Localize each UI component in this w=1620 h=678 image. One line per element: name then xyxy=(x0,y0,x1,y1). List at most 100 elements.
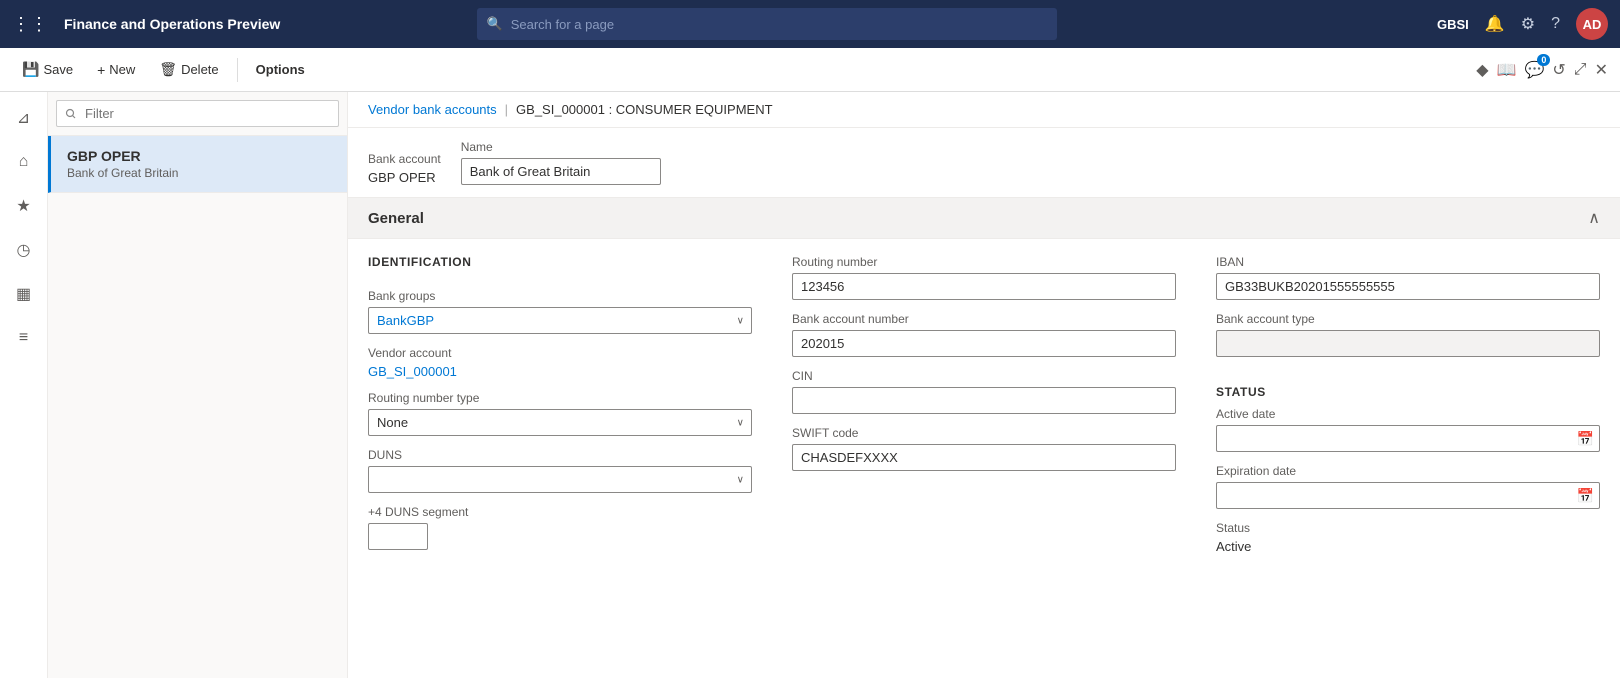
vendor-account-field: Vendor account GB_SI_000001 xyxy=(368,346,752,379)
list-items: GBP OPER Bank of Great Britain xyxy=(48,136,347,678)
list-filter xyxy=(48,92,347,136)
sidebar-icons: ⊿ ⌂ ★ ◷ ▦ ≡ xyxy=(0,92,48,678)
name-input[interactable] xyxy=(461,158,661,185)
routing-number-field: Routing number xyxy=(792,255,1176,300)
routing-number-type-field: Routing number type None ABA SWIFT ∨ xyxy=(368,391,752,436)
expiration-date-field: Expiration date 📅 xyxy=(1216,464,1600,509)
badge-wrap: 💬 0 xyxy=(1524,60,1544,80)
grid-menu-icon[interactable]: ⋮⋮ xyxy=(12,14,48,35)
bank-groups-select[interactable]: BankGBP BankUSD BankEUR xyxy=(368,307,752,334)
duns-segment-input[interactable] xyxy=(368,523,428,550)
main-layout: ⊿ ⌂ ★ ◷ ▦ ≡ GBP OPER Bank of Great Brita… xyxy=(0,92,1620,678)
iban-input[interactable] xyxy=(1216,273,1600,300)
section-header-general[interactable]: General ∧ xyxy=(348,198,1620,239)
active-date-input[interactable] xyxy=(1216,425,1600,452)
options-button[interactable]: Options xyxy=(246,57,315,82)
sidebar-icon-filter[interactable]: ⊿ xyxy=(6,100,42,136)
list-panel: GBP OPER Bank of Great Britain xyxy=(48,92,348,678)
swift-code-input[interactable] xyxy=(792,444,1176,471)
routing-type-select-wrap: None ABA SWIFT ∨ xyxy=(368,409,752,436)
name-field: Name xyxy=(461,140,661,185)
duns-select[interactable] xyxy=(368,466,752,493)
vendor-account-label: Vendor account xyxy=(368,346,752,360)
badge-count: 0 xyxy=(1537,54,1550,66)
status-heading: STATUS xyxy=(1216,385,1600,399)
save-icon: 💾 xyxy=(22,61,39,78)
user-avatar[interactable]: AD xyxy=(1576,8,1608,40)
breadcrumb: Vendor bank accounts | GB_SI_000001 : CO… xyxy=(348,92,1620,128)
cin-input[interactable] xyxy=(792,387,1176,414)
list-item-subtitle: Bank of Great Britain xyxy=(67,166,331,180)
expiration-date-input[interactable] xyxy=(1216,482,1600,509)
settings-icon[interactable]: ⚙ xyxy=(1521,14,1535,34)
delete-button[interactable]: 🗑 Delete xyxy=(149,56,228,83)
app-title: Finance and Operations Preview xyxy=(64,16,280,32)
top-nav-right: GBSI 🔔 ⚙ ? AD xyxy=(1437,8,1608,40)
general-section: General ∧ IDENTIFICATION Bank groups Ban… xyxy=(348,198,1620,570)
refresh-icon[interactable]: ↺ xyxy=(1552,60,1565,80)
list-item[interactable]: GBP OPER Bank of Great Britain xyxy=(48,136,347,193)
delete-icon: 🗑 xyxy=(159,61,177,78)
form-grid: IDENTIFICATION Bank groups BankGBP BankU… xyxy=(368,255,1600,554)
new-icon: + xyxy=(97,62,105,78)
bank-account-number-field: Bank account number xyxy=(792,312,1176,357)
routing-number-type-select[interactable]: None ABA SWIFT xyxy=(368,409,752,436)
bank-account-value: GBP OPER xyxy=(368,170,441,185)
env-label: GBSI xyxy=(1437,17,1469,32)
status-value: Active xyxy=(1216,539,1600,554)
active-date-wrap: 📅 xyxy=(1216,425,1600,452)
bank-account-type-field: Bank account type xyxy=(1216,312,1600,357)
section-collapse-icon: ∧ xyxy=(1588,208,1600,228)
search-input[interactable] xyxy=(511,17,1047,32)
save-button[interactable]: 💾 Save xyxy=(12,56,83,83)
book-icon[interactable]: 📖 xyxy=(1497,60,1517,80)
filter-input[interactable] xyxy=(56,100,339,127)
toolbar-separator xyxy=(237,58,238,82)
section-content-general: IDENTIFICATION Bank groups BankGBP BankU… xyxy=(348,239,1620,570)
identification-heading: IDENTIFICATION xyxy=(368,255,752,269)
toolbar-right: ◆ 📖 💬 0 ↺ ⤢ ✕ xyxy=(1476,60,1608,80)
cin-field: CIN xyxy=(792,369,1176,414)
expand-icon[interactable]: ⤢ xyxy=(1574,61,1587,79)
breadcrumb-link[interactable]: Vendor bank accounts xyxy=(368,102,497,117)
expiration-date-label: Expiration date xyxy=(1216,464,1600,478)
close-icon[interactable]: ✕ xyxy=(1595,60,1608,80)
bank-account-type-label: Bank account type xyxy=(1216,312,1600,326)
duns-select-wrap: ∨ xyxy=(368,466,752,493)
cin-label: CIN xyxy=(792,369,1176,383)
routing-number-label: Routing number xyxy=(792,255,1176,269)
bank-account-label: Bank account xyxy=(368,152,441,166)
bank-groups-field: Bank groups BankGBP BankUSD BankEUR ∨ xyxy=(368,289,752,334)
bank-groups-label: Bank groups xyxy=(368,289,752,303)
list-item-title: GBP OPER xyxy=(67,148,331,164)
duns-segment-field: +4 DUNS segment xyxy=(368,505,752,550)
detail-header: Bank account GBP OPER Name xyxy=(348,128,1620,198)
bank-account-number-input[interactable] xyxy=(792,330,1176,357)
sidebar-icon-clock[interactable]: ◷ xyxy=(6,232,42,268)
routing-number-type-label: Routing number type xyxy=(368,391,752,405)
iban-field: IBAN xyxy=(1216,255,1600,300)
sidebar-icon-table[interactable]: ▦ xyxy=(6,276,42,312)
help-icon[interactable]: ? xyxy=(1551,15,1560,33)
sidebar-icon-star[interactable]: ★ xyxy=(6,188,42,224)
vendor-account-link[interactable]: GB_SI_000001 xyxy=(368,364,752,379)
status-label: Status xyxy=(1216,521,1600,535)
form-col-identification: IDENTIFICATION Bank groups BankGBP BankU… xyxy=(368,255,752,554)
sidebar-icon-home[interactable]: ⌂ xyxy=(6,144,42,180)
status-block: STATUS Active date 📅 Expiration date xyxy=(1216,385,1600,554)
search-icon: 🔍 xyxy=(487,16,503,32)
bell-icon[interactable]: 🔔 xyxy=(1485,14,1505,34)
form-col-iban-status: IBAN Bank account type STATUS Active dat… xyxy=(1216,255,1600,554)
swift-code-label: SWIFT code xyxy=(792,426,1176,440)
bank-account-number-label: Bank account number xyxy=(792,312,1176,326)
sidebar-icon-list[interactable]: ≡ xyxy=(6,320,42,356)
search-bar[interactable]: 🔍 xyxy=(477,8,1057,40)
detail-panel: Vendor bank accounts | GB_SI_000001 : CO… xyxy=(348,92,1620,678)
routing-number-input[interactable] xyxy=(792,273,1176,300)
duns-segment-label: +4 DUNS segment xyxy=(368,505,752,519)
diamond-icon[interactable]: ◆ xyxy=(1476,60,1488,80)
bank-account-field: Bank account GBP OPER xyxy=(368,152,441,185)
duns-field: DUNS ∨ xyxy=(368,448,752,493)
duns-label: DUNS xyxy=(368,448,752,462)
new-button[interactable]: + New xyxy=(87,57,145,83)
